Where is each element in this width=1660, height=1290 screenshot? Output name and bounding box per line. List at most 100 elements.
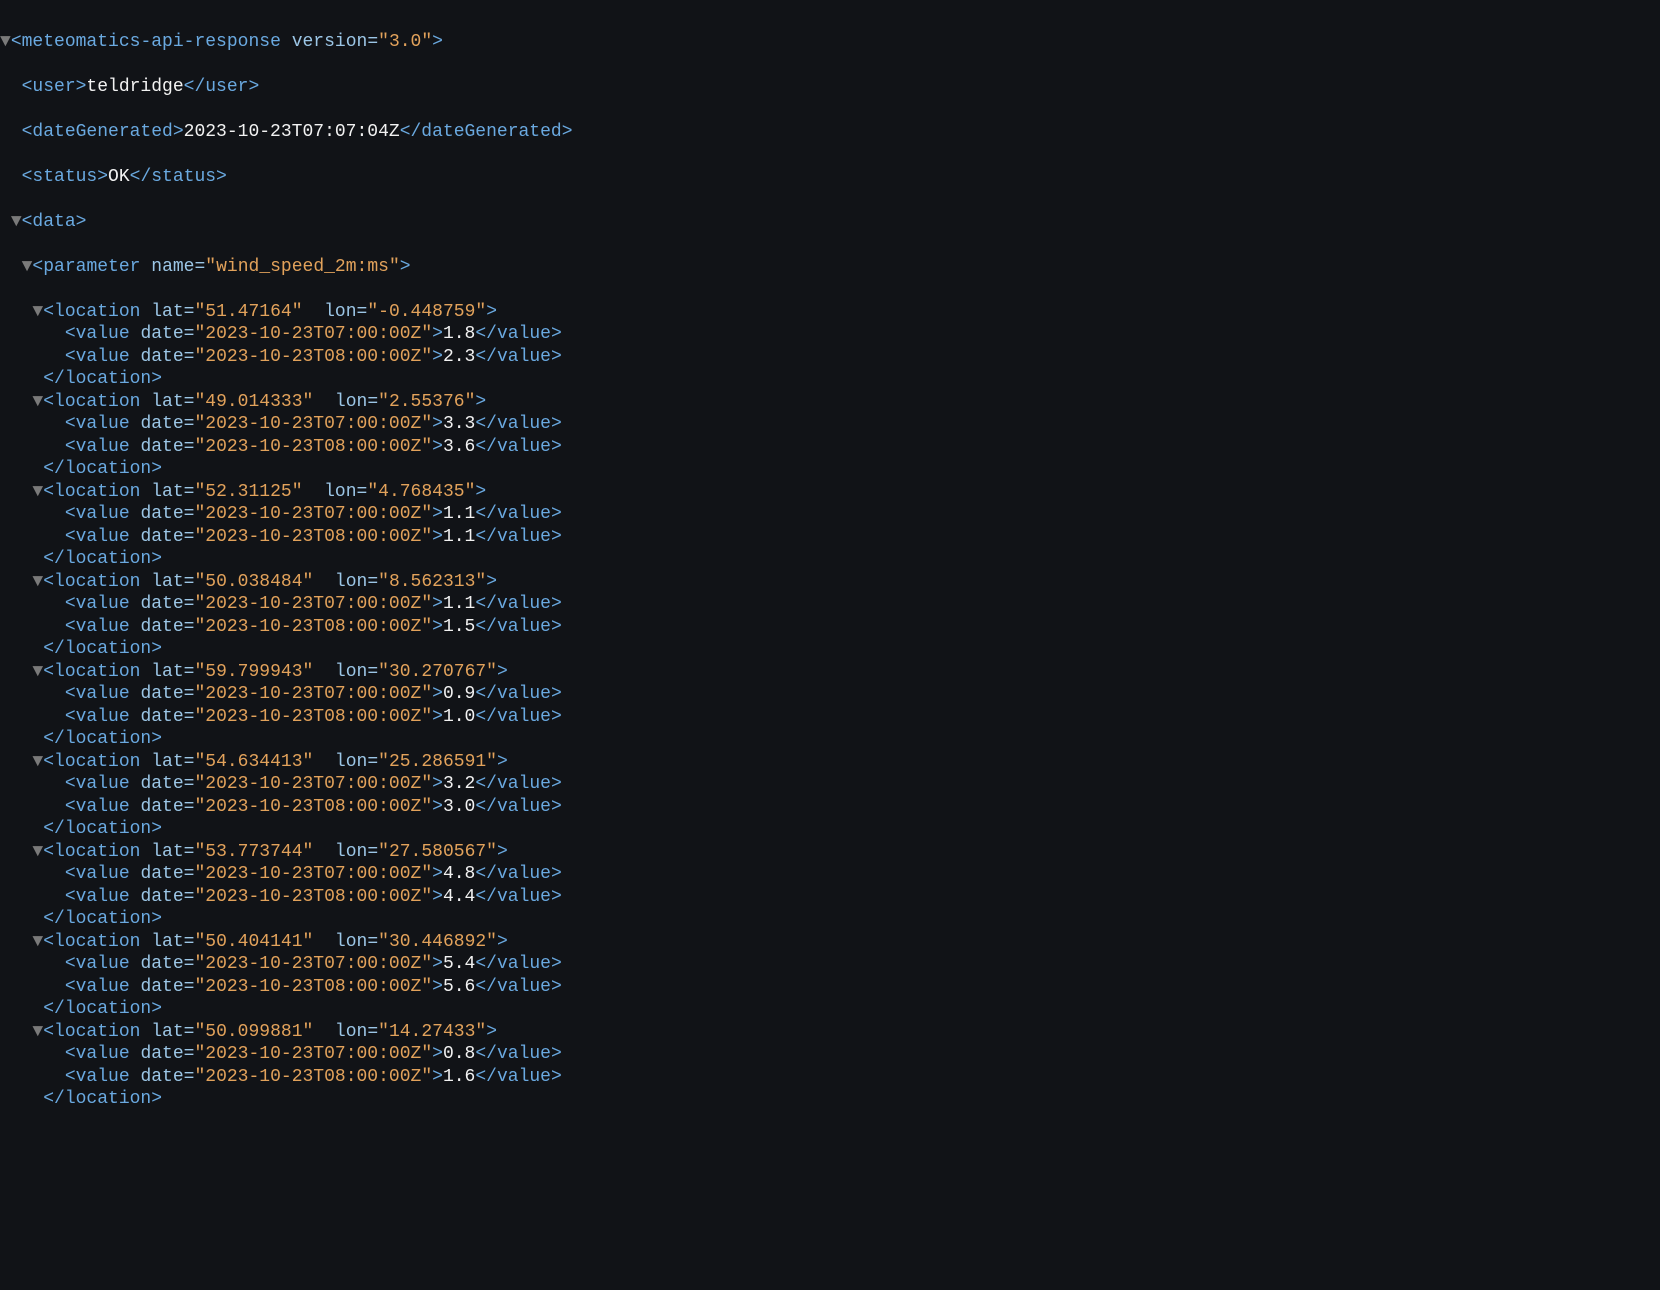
location-lon-value: 8.562313 xyxy=(389,572,475,592)
value-number: 4.8 xyxy=(443,864,475,884)
caret-icon[interactable]: ▼ xyxy=(32,932,43,952)
location-lat-value: 49.014333 xyxy=(205,392,302,412)
location-close-line: </location> xyxy=(0,548,1660,571)
caret-icon[interactable]: ▼ xyxy=(32,842,43,862)
location-open-line[interactable]: ▼<location lat="50.038484" lon="8.562313… xyxy=(0,571,1660,594)
value-line: <value date="2023-10-23T07:00:00Z">4.8</… xyxy=(0,863,1660,886)
value-number: 0.9 xyxy=(443,684,475,704)
value-number: 1.8 xyxy=(443,324,475,344)
value-line: <value date="2023-10-23T08:00:00Z">4.4</… xyxy=(0,886,1660,909)
location-open-line[interactable]: ▼<location lat="54.634413" lon="25.28659… xyxy=(0,751,1660,774)
status-line: <status>OK</status> xyxy=(0,166,1660,189)
location-lon-value: 14.27433 xyxy=(389,1022,475,1042)
location-open-line[interactable]: ▼<location lat="50.404141" lon="30.44689… xyxy=(0,931,1660,954)
root-version-value: 3.0 xyxy=(389,32,421,52)
value-number: 2.3 xyxy=(443,347,475,367)
value-number: 3.0 xyxy=(443,797,475,817)
location-open-line[interactable]: ▼<location lat="53.773744" lon="27.58056… xyxy=(0,841,1660,864)
value-line: <value date="2023-10-23T07:00:00Z">3.2</… xyxy=(0,773,1660,796)
value-date: 2023-10-23T07:00:00Z xyxy=(205,864,421,884)
location-lon-value: 30.270767 xyxy=(389,662,486,682)
location-lat-value: 54.634413 xyxy=(205,752,302,772)
value-line: <value date="2023-10-23T08:00:00Z">1.5</… xyxy=(0,616,1660,639)
value-date: 2023-10-23T08:00:00Z xyxy=(205,527,421,547)
value-number: 1.1 xyxy=(443,504,475,524)
location-lat-value: 53.773744 xyxy=(205,842,302,862)
value-line: <value date="2023-10-23T08:00:00Z">3.6</… xyxy=(0,436,1660,459)
location-lat-value: 50.404141 xyxy=(205,932,302,952)
value-number: 1.5 xyxy=(443,617,475,637)
location-close-line: </location> xyxy=(0,728,1660,751)
location-close-line: </location> xyxy=(0,368,1660,391)
caret-icon[interactable]: ▼ xyxy=(32,662,43,682)
location-close-line: </location> xyxy=(0,908,1660,931)
caret-icon[interactable]: ▼ xyxy=(22,257,33,277)
value-line: <value date="2023-10-23T08:00:00Z">1.1</… xyxy=(0,526,1660,549)
value-date: 2023-10-23T08:00:00Z xyxy=(205,977,421,997)
location-lon-value: 25.286591 xyxy=(389,752,486,772)
location-lat-value: 52.31125 xyxy=(205,482,291,502)
location-open-line[interactable]: ▼<location lat="52.31125" lon="4.768435"… xyxy=(0,481,1660,504)
location-close-line: </location> xyxy=(0,1088,1660,1111)
value-line: <value date="2023-10-23T07:00:00Z">0.8</… xyxy=(0,1043,1660,1066)
value-line: <value date="2023-10-23T07:00:00Z">5.4</… xyxy=(0,953,1660,976)
root-open-line[interactable]: ▼<meteomatics-api-response version="3.0"… xyxy=(0,31,1660,54)
value-date: 2023-10-23T07:00:00Z xyxy=(205,774,421,794)
value-date: 2023-10-23T08:00:00Z xyxy=(205,887,421,907)
caret-icon[interactable]: ▼ xyxy=(32,482,43,502)
location-lon-value: 30.446892 xyxy=(389,932,486,952)
value-line: <value date="2023-10-23T08:00:00Z">5.6</… xyxy=(0,976,1660,999)
value-line: <value date="2023-10-23T07:00:00Z">1.8</… xyxy=(0,323,1660,346)
value-number: 1.6 xyxy=(443,1067,475,1087)
location-open-line[interactable]: ▼<location lat="49.014333" lon="2.55376"… xyxy=(0,391,1660,414)
value-line: <value date="2023-10-23T07:00:00Z">3.3</… xyxy=(0,413,1660,436)
location-lon-value: 4.768435 xyxy=(378,482,464,502)
caret-icon[interactable]: ▼ xyxy=(32,302,43,322)
location-lon-value: 2.55376 xyxy=(389,392,465,412)
parameter-tag: parameter xyxy=(43,257,140,277)
caret-icon[interactable]: ▼ xyxy=(11,212,22,232)
location-lat-value: 50.038484 xyxy=(205,572,302,592)
value-date: 2023-10-23T08:00:00Z xyxy=(205,707,421,727)
value-line: <value date="2023-10-23T08:00:00Z">1.0</… xyxy=(0,706,1660,729)
value-line: <value date="2023-10-23T07:00:00Z">1.1</… xyxy=(0,593,1660,616)
parameter-name-value: wind_speed_2m:ms xyxy=(216,257,389,277)
caret-icon[interactable]: ▼ xyxy=(32,752,43,772)
value-number: 5.4 xyxy=(443,954,475,974)
location-open-line[interactable]: ▼<location lat="59.799943" lon="30.27076… xyxy=(0,661,1660,684)
root-tag: meteomatics-api-response xyxy=(22,32,281,52)
value-date: 2023-10-23T07:00:00Z xyxy=(205,324,421,344)
location-close-line: </location> xyxy=(0,818,1660,841)
value-number: 3.6 xyxy=(443,437,475,457)
location-lat-value: 50.099881 xyxy=(205,1022,302,1042)
xml-tree-viewer: ▼<meteomatics-api-response version="3.0"… xyxy=(0,0,1660,1133)
location-open-line[interactable]: ▼<location lat="50.099881" lon="14.27433… xyxy=(0,1021,1660,1044)
location-close-line: </location> xyxy=(0,458,1660,481)
user-line: <user>teldridge</user> xyxy=(0,76,1660,99)
value-number: 3.2 xyxy=(443,774,475,794)
caret-icon[interactable]: ▼ xyxy=(0,32,11,52)
location-lat-value: 51.47164 xyxy=(205,302,291,322)
value-number: 3.3 xyxy=(443,414,475,434)
value-number: 1.1 xyxy=(443,594,475,614)
value-line: <value date="2023-10-23T08:00:00Z">3.0</… xyxy=(0,796,1660,819)
value-number: 5.6 xyxy=(443,977,475,997)
data-open-line[interactable]: ▼<data> xyxy=(0,211,1660,234)
location-open-line[interactable]: ▼<location lat="51.47164" lon="-0.448759… xyxy=(0,301,1660,324)
value-number: 0.8 xyxy=(443,1044,475,1064)
value-date: 2023-10-23T07:00:00Z xyxy=(205,414,421,434)
location-lat-value: 59.799943 xyxy=(205,662,302,682)
value-date: 2023-10-23T07:00:00Z xyxy=(205,504,421,524)
caret-icon[interactable]: ▼ xyxy=(32,392,43,412)
value-date: 2023-10-23T08:00:00Z xyxy=(205,437,421,457)
caret-icon[interactable]: ▼ xyxy=(32,1022,43,1042)
value-date: 2023-10-23T07:00:00Z xyxy=(205,684,421,704)
value-date: 2023-10-23T08:00:00Z xyxy=(205,617,421,637)
caret-icon[interactable]: ▼ xyxy=(32,572,43,592)
date-generated-line: <dateGenerated>2023-10-23T07:07:04Z</dat… xyxy=(0,121,1660,144)
value-number: 4.4 xyxy=(443,887,475,907)
date-generated-value: 2023-10-23T07:07:04Z xyxy=(184,122,400,142)
location-lon-value: 27.580567 xyxy=(389,842,486,862)
location-close-line: </location> xyxy=(0,998,1660,1021)
parameter-open-line[interactable]: ▼<parameter name="wind_speed_2m:ms"> xyxy=(0,256,1660,279)
